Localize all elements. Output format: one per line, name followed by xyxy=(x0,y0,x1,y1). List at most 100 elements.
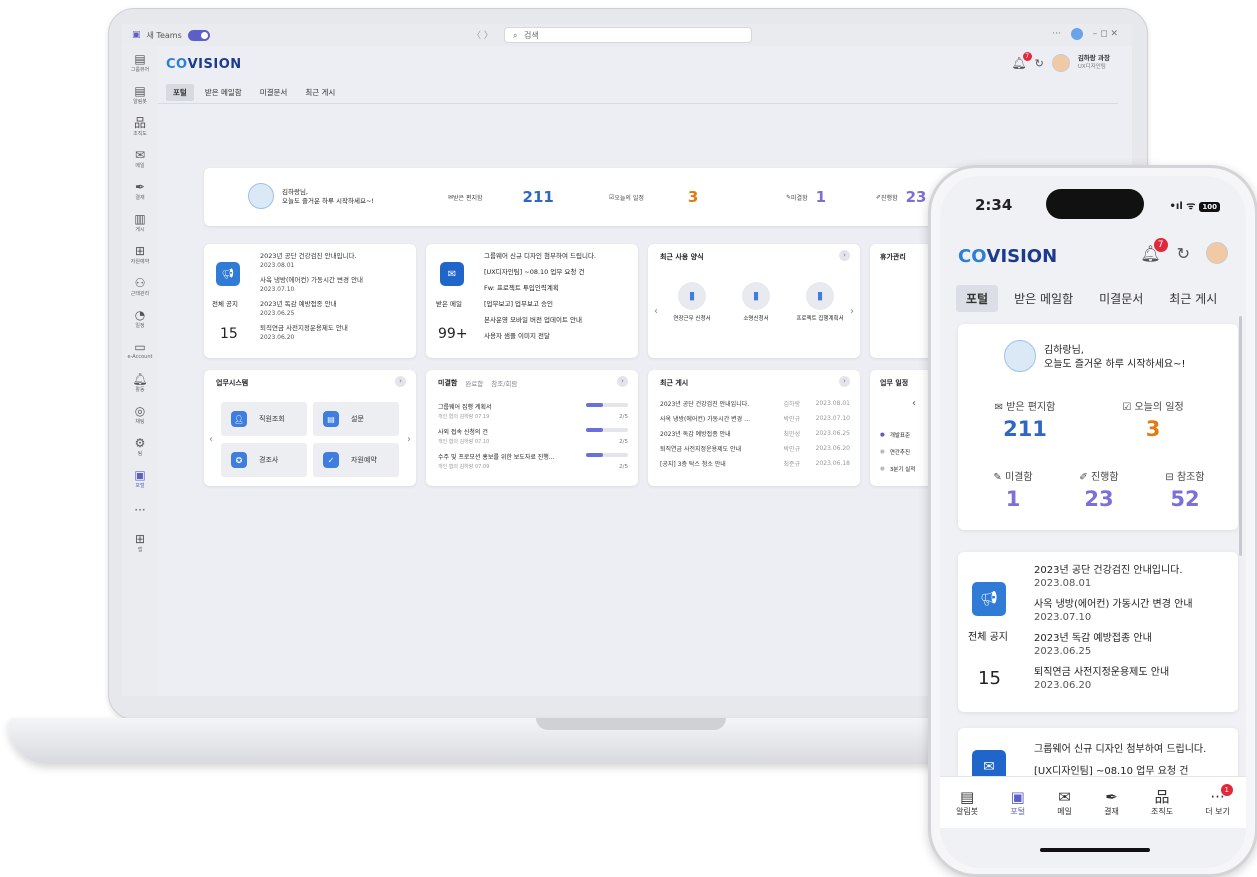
condolence-tile[interactable]: ✪ 경조사 xyxy=(221,443,307,477)
mail-stat[interactable]: ✉ 받은 편지함 211 xyxy=(448,188,554,206)
tab-reference[interactable]: 참조/회람 xyxy=(491,378,517,388)
approval-item[interactable]: 그룹웨어 집행 계획서 개인 협의 김하랑 07.19 2/5 xyxy=(438,402,628,427)
window-controls[interactable]: – ◻ ✕ xyxy=(1093,29,1118,39)
user-avatar[interactable] xyxy=(1051,54,1070,72)
rail-item[interactable]: ▥ 게시 xyxy=(122,206,158,238)
chevron-right-icon[interactable]: › xyxy=(850,306,854,317)
user-avatar[interactable] xyxy=(1206,242,1228,264)
rail-item[interactable]: ⚇ 근태관리 xyxy=(122,270,158,302)
employee-search-tile[interactable]: 👤︎ 직원조회 xyxy=(221,402,307,436)
approval-item[interactable]: 사외 접속 신청의 건 개인 협의 김하랑 07.10 2/5 xyxy=(438,427,628,452)
mail-item[interactable]: [업무보고] 업무보고 승인 xyxy=(484,300,634,309)
notice-item[interactable]: 2023년 공단 건강검진 안내입니다. 2023.08.01 xyxy=(260,252,410,270)
survey-tile[interactable]: ▤ 설문 xyxy=(313,402,399,436)
mail-item[interactable]: 사용자 샘플 이미지 전달 xyxy=(484,332,634,341)
progress-stat[interactable]: ✐ 진행함 23 xyxy=(1054,468,1144,511)
scrollbar[interactable] xyxy=(1239,316,1242,556)
refresh-icon[interactable]: ↻ xyxy=(1035,57,1044,70)
tab-pending-docs[interactable]: 미결문서 xyxy=(1089,285,1153,312)
notice-card[interactable]: 📢︎ 전체 공지 15 2023년 공단 건강검진 안내입니다. 2023.08.… xyxy=(958,552,1238,712)
mail-card[interactable]: ✉ 받은 메일 99+ 그룹웨어 신규 디자인 첨부하여 드립니다. [UX디자인… xyxy=(426,244,638,358)
resource-booking-tile[interactable]: ✓ 자원예약 xyxy=(313,443,399,477)
mail-item[interactable]: 본사운영 모바일 버전 업데이트 안내 xyxy=(484,316,634,325)
chevron-right-icon[interactable]: › xyxy=(407,434,411,445)
bottom-nav-item[interactable]: ▣ 포털 xyxy=(1010,788,1025,817)
chevron-right-icon[interactable]: › xyxy=(839,376,850,387)
post-row[interactable]: 2023년 공단 건강검진 안내입니다. 김하랑 2023.08.01 xyxy=(660,396,850,411)
notice-item[interactable]: 사옥 냉방(에어컨) 가동시간 변경 안내 2023.07.10 xyxy=(260,276,410,294)
post-row[interactable]: 퇴직연금 사전지정운용제도 안내 박민규 2023.06.20 xyxy=(660,441,850,456)
rail-item[interactable]: ✉ 메일 xyxy=(122,142,158,174)
bottom-nav-item[interactable]: 品 조직도 xyxy=(1151,788,1173,817)
mail-item[interactable]: [UX디자인팀] ~08.10 업무 요청 건 xyxy=(484,268,634,277)
mail-stat[interactable]: ✉ 받은 편지함 211 xyxy=(980,398,1070,441)
chevron-left-icon[interactable]: ‹ xyxy=(654,306,658,317)
more-button[interactable]: ··· xyxy=(1052,29,1061,39)
chevron-left-icon[interactable]: ‹ xyxy=(209,434,213,445)
bottom-nav-item[interactable]: ▤ 알림봇 xyxy=(956,788,978,817)
rail-item[interactable]: ▤ 그룹뷰어 xyxy=(122,46,158,78)
home-indicator[interactable] xyxy=(1040,848,1150,852)
mail-item[interactable]: Fw: 프로젝트 투입인력계획 xyxy=(484,284,634,293)
tab-inbox[interactable]: 받은 메일함 xyxy=(1004,285,1083,312)
bottom-nav-item[interactable]: ✉ 메일 xyxy=(1057,788,1072,817)
tab-completed[interactable]: 완료함 xyxy=(465,378,483,388)
mail-item[interactable]: 그룹웨어 신규 디자인 첨부하여 드립니다. xyxy=(484,252,634,261)
notice-item[interactable]: 퇴직연금 사전지정운용제도 안내 2023.06.20 xyxy=(1034,666,1230,692)
history-nav[interactable]: 〈 〉 xyxy=(472,28,493,41)
search-input[interactable]: ⌕ 검색 xyxy=(504,27,752,43)
rail-item[interactable]: ▤ 알림봇 xyxy=(122,78,158,110)
form-shortcut[interactable]: ▮ 소명신청서 xyxy=(730,282,782,323)
chevron-right-icon[interactable]: › xyxy=(395,376,406,387)
notice-card[interactable]: 📢︎ 전체 공지 15 2023년 공단 건강검진 안내입니다. 2023.08.… xyxy=(204,244,416,358)
chevron-right-icon[interactable]: › xyxy=(617,376,628,387)
post-row[interactable]: 2023년 독감 예방접종 안내 최민성 2023.06.25 xyxy=(660,426,850,441)
approval-item[interactable]: 수주 및 프로모션 홍보를 위한 보도자료 진행… 개인 협의 김하랑 07.09… xyxy=(438,452,628,477)
tab-pending-docs[interactable]: 미결문서 xyxy=(253,84,295,101)
notification-bell-icon[interactable]: 🔔︎ 7 xyxy=(1140,237,1168,263)
rail-item[interactable]: ✒ 결재 xyxy=(122,174,158,206)
rail-item[interactable]: ⚙ 팀 xyxy=(122,430,158,462)
rail-item[interactable]: ▣ 포털 xyxy=(122,462,158,494)
tab-recent-posts[interactable]: 최근 게시 xyxy=(1159,285,1227,312)
tab-portal[interactable]: 포털 xyxy=(956,284,999,312)
mail-item[interactable]: [UX디자인팀] ~08.10 업무 요청 건 xyxy=(1034,762,1189,777)
chevron-left-icon[interactable]: ‹ xyxy=(912,398,916,409)
form-shortcut[interactable]: ▮ 프로젝트 집행계획서 xyxy=(794,282,846,323)
post-row[interactable]: 사옥 냉방(에어컨) 가동시간 변경 … 박민규 2023.07.10 xyxy=(660,411,850,426)
notice-item[interactable]: 2023년 독감 예방접종 안내 2023.06.25 xyxy=(260,300,410,318)
tab-inbox[interactable]: 받은 메일함 xyxy=(198,84,249,101)
rail-item[interactable]: ◔ 일정 xyxy=(122,302,158,334)
tab-recent-posts[interactable]: 최근 게시 xyxy=(298,84,342,101)
reference-stat[interactable]: ⊟ 참조함 52 xyxy=(1140,468,1230,511)
rail-item[interactable]: ▭ e-Account xyxy=(122,334,158,366)
bottom-nav-item[interactable]: ··· 1 더 보기 xyxy=(1205,784,1233,817)
notice-item[interactable]: 2023년 공단 건강검진 안내입니다. 2023.08.01 xyxy=(1034,564,1230,590)
bottom-nav-item[interactable]: ✒ 결재 xyxy=(1104,788,1119,817)
notification-bell-icon[interactable]: 🔔︎ 7 xyxy=(1011,52,1032,70)
profile-avatar[interactable] xyxy=(1070,28,1083,40)
chevron-right-icon[interactable]: › xyxy=(839,250,850,261)
post-row[interactable]: [공지] 3층 탁스 청소 안내 최준규 2023.06.18 xyxy=(660,456,850,471)
tab-pending[interactable]: 미결함 xyxy=(438,378,457,388)
notice-item[interactable]: 2023년 독감 예방접종 안내 2023.06.25 xyxy=(1034,632,1230,658)
progress-stat[interactable]: ✐ 진행함 23 xyxy=(876,188,926,206)
tab-portal[interactable]: 포털 xyxy=(166,84,194,101)
pending-stat[interactable]: ✎ 미결함 1 xyxy=(786,188,826,206)
schedule-stat[interactable]: ☑ 오늘의 일정 3 xyxy=(1108,398,1198,441)
rail-item[interactable]: 🔔︎ 활동 xyxy=(122,366,158,398)
rail-item[interactable]: ··· xyxy=(122,494,158,526)
refresh-icon[interactable]: ↻ xyxy=(1177,244,1190,263)
rail-item[interactable]: ◎ 채팅 xyxy=(122,398,158,430)
notice-item[interactable]: 퇴직연금 사전지정운용제도 안내 2023.06.20 xyxy=(260,324,410,342)
user-info[interactable]: 김하랑 과장 UX디자인팀 xyxy=(1078,54,1110,72)
new-teams-toggle[interactable] xyxy=(187,29,210,41)
mail-item[interactable]: 그룹웨어 신규 디자인 첨부하여 드립니다. xyxy=(1034,740,1206,755)
form-shortcut[interactable]: ▮ 연장근무 신청서 xyxy=(666,282,718,323)
schedule-stat[interactable]: ☑ 오늘의 일정 3 xyxy=(609,188,698,206)
rail-item[interactable]: ⊞ 앱 xyxy=(122,526,158,558)
pending-stat[interactable]: ✎ 미결함 1 xyxy=(968,468,1058,511)
notice-item[interactable]: 사옥 냉방(에어컨) 가동시간 변경 안내 2023.07.10 xyxy=(1034,598,1230,624)
rail-item[interactable]: ⊞ 자원예약 xyxy=(122,238,158,270)
rail-item[interactable]: 品 조직도 xyxy=(122,110,158,142)
